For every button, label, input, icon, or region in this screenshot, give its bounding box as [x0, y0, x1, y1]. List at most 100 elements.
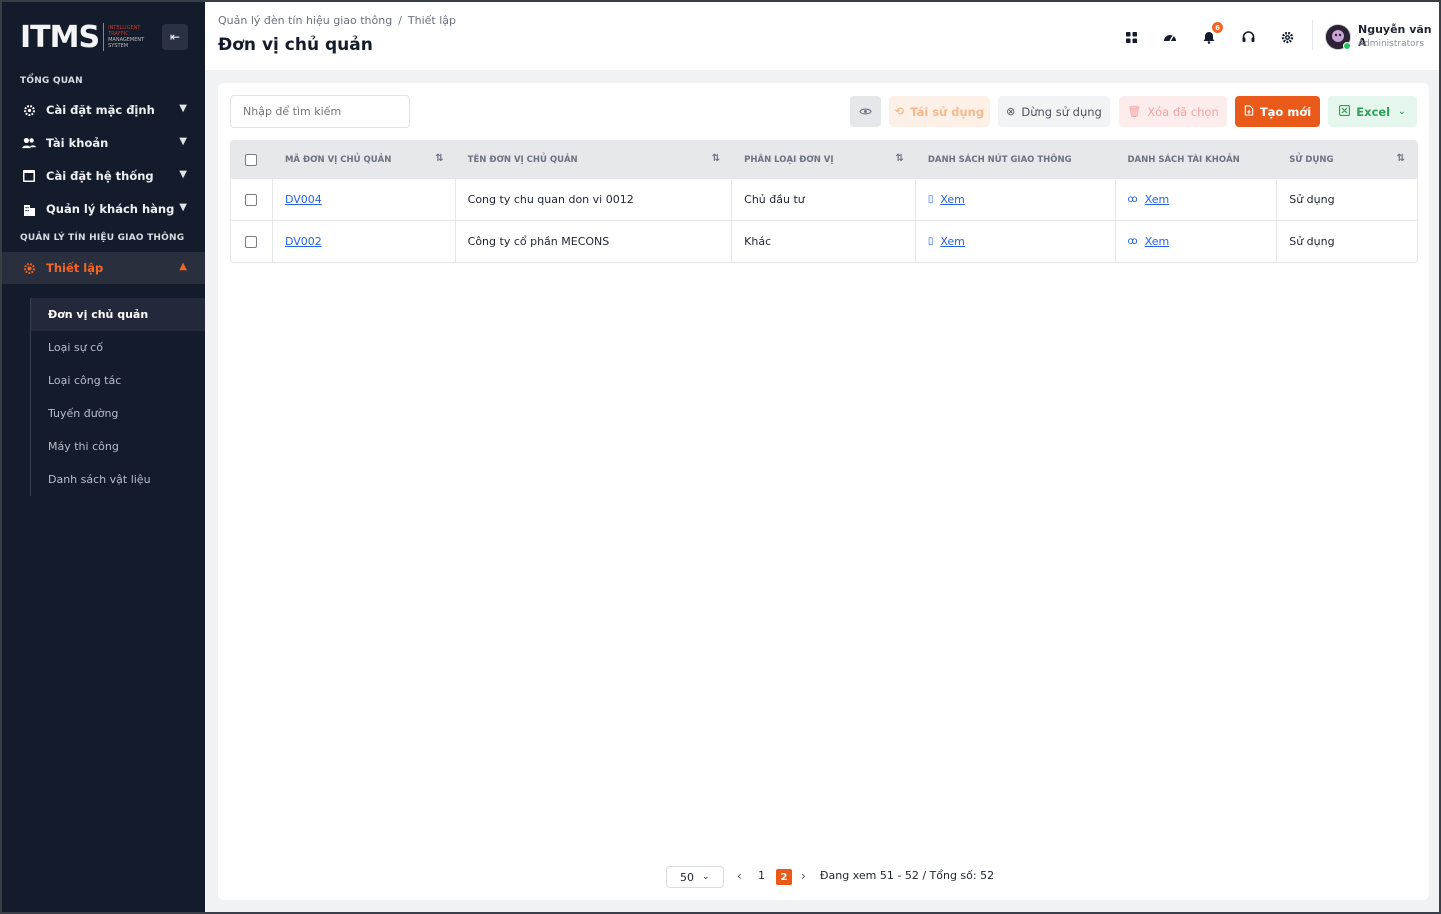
column-label: MÃ ĐƠN VỊ CHỦ QUẢN: [284, 154, 392, 165]
gear-icon: [1281, 31, 1293, 43]
headset-icon: [1242, 31, 1254, 42]
excel-label: Excel: [1356, 104, 1391, 119]
table-row[interactable]: DV004 Cong ty chu quan don vi 0012 Chủ đ…: [231, 178, 1417, 220]
create-label: Tạo mới: [1259, 104, 1312, 119]
avatar[interactable]: [1325, 24, 1351, 50]
sort-icon[interactable]: ⇅: [712, 153, 720, 164]
online-status-dot: [1343, 42, 1351, 50]
nodes-cell: ▯ Xem: [916, 221, 1116, 262]
unit-code-link[interactable]: DV002: [285, 235, 322, 248]
create-new-button[interactable]: Tạo mới: [1235, 96, 1320, 127]
column-header-nodes: DANH SÁCH NÚT GIAO THÔNG: [916, 141, 1116, 178]
column-header-code[interactable]: MÃ ĐƠN VỊ CHỦ QUẢN ⇅: [273, 141, 456, 178]
current-page-button[interactable]: 2: [776, 869, 792, 885]
view-nodes-link[interactable]: Xem: [940, 193, 965, 206]
next-page-button[interactable]: ›: [801, 869, 806, 883]
type-cell: Khác: [732, 221, 916, 262]
sort-icon[interactable]: ⇅: [1397, 153, 1405, 164]
code-cell: DV002: [273, 221, 456, 262]
submenu-item-work-types[interactable]: Loại công tác: [31, 364, 205, 397]
column-header-status[interactable]: SỬ DỤNG ⇅: [1277, 141, 1417, 178]
window-icon: [22, 169, 36, 183]
sidebar-item-label: Cài đặt hệ thống: [46, 169, 154, 183]
search-input[interactable]: [230, 95, 410, 128]
table-header: MÃ ĐƠN VỊ CHỦ QUẢN ⇅ TÊN ĐƠN VỊ CHỦ QUẢN ⇅…: [231, 141, 1417, 178]
building-icon: [22, 202, 36, 216]
code-cell: DV004: [273, 179, 456, 220]
excel-icon: [1339, 104, 1351, 119]
row-checkbox[interactable]: [245, 193, 257, 206]
accounts-cell: ꝏ Xem: [1116, 221, 1278, 262]
sidebar-item-label: Quản lý khách hàng: [46, 202, 175, 216]
prev-page-button[interactable]: ‹: [737, 869, 742, 883]
name-cell: Cong ty chu quan don vi 0012: [456, 179, 733, 220]
column-label: TÊN ĐƠN VỊ CHỦ QUẢN: [467, 154, 578, 165]
sort-icon[interactable]: ⇅: [435, 153, 443, 164]
sidebar-item-label: Tài khoản: [46, 136, 109, 150]
section-title-traffic: QUẢN LÝ TÍN HIỆU GIAO THÔNG: [20, 233, 185, 243]
section-title-overview: TỔNG QUAN: [20, 76, 83, 86]
chevron-down-icon: ⌄: [702, 872, 710, 882]
sidebar-item-label: Thiết lập: [46, 261, 104, 275]
collapse-sidebar-button[interactable]: ⇤: [162, 24, 188, 50]
page-button[interactable]: 1: [758, 869, 765, 882]
submenu-item-incident-types[interactable]: Loại sự cố: [31, 331, 205, 364]
page-size-select[interactable]: 50 ⌄: [666, 866, 724, 888]
eye-icon: [859, 108, 872, 115]
gear-icon: [22, 261, 36, 275]
nodes-cell: ▯ Xem: [916, 179, 1116, 220]
type-cell: Chủ đầu tư: [732, 179, 916, 220]
name-cell: Công ty cổ phần MECONS: [456, 221, 733, 262]
top-header: Quản lý đèn tín hiệu giao thông / Thiết lậ…: [205, 2, 1439, 70]
logo-text: ITMS: [20, 19, 100, 55]
select-all-checkbox[interactable]: [245, 153, 257, 166]
sidebar-item-default-settings[interactable]: Cài đặt mặc định ▼: [2, 94, 205, 126]
sidebar-item-system-settings[interactable]: Cài đặt hệ thống ▼: [2, 160, 205, 192]
submenu-item-routes[interactable]: Tuyến đường: [31, 397, 205, 430]
pagination-info: Đang xem 51 - 52 / Tổng số: 52: [820, 869, 995, 882]
view-accounts-link[interactable]: Xem: [1145, 193, 1170, 206]
view-nodes-link[interactable]: Xem: [940, 235, 965, 248]
row-select-cell: [231, 221, 273, 262]
breadcrumb-item[interactable]: Thiết lập: [408, 14, 456, 27]
column-label: SỬ DỤNG: [1289, 154, 1334, 165]
user-role: Administrators: [1358, 39, 1425, 49]
logo-sub-line: SYSTEM: [108, 43, 129, 49]
sort-icon[interactable]: ⇅: [895, 153, 903, 164]
page-size-value: 50: [680, 870, 694, 884]
reuse-button[interactable]: ⟲ Tái sử dụng: [889, 96, 990, 127]
app-logo[interactable]: ITMS INTELLIGENT TRAFFIC MANAGEMENT SYST…: [20, 19, 148, 55]
row-select-cell: [231, 179, 273, 220]
submenu-item-machines[interactable]: Máy thi công: [31, 430, 205, 463]
chevron-down-icon: ▼: [179, 103, 187, 114]
sidebar-item-customers[interactable]: Quản lý khách hàng ▼: [2, 193, 205, 225]
delete-selected-button[interactable]: 🗑︎ Xóa đã chọn: [1119, 96, 1227, 127]
apps-grid-button[interactable]: [1120, 26, 1142, 48]
breadcrumb-item[interactable]: Quản lý đèn tín hiệu giao thông: [218, 14, 392, 27]
table-row[interactable]: DV002 Công ty cổ phần MECONS Khác ▯ Xem ꝏ…: [231, 220, 1417, 262]
sidebar-item-setup[interactable]: Thiết lập ▲: [2, 252, 205, 284]
speedometer-icon: [1164, 35, 1176, 42]
notifications-button[interactable]: 6: [1198, 22, 1223, 48]
excel-export-button[interactable]: Excel ⌄: [1328, 96, 1417, 127]
chevron-down-icon: ▼: [179, 136, 187, 147]
support-button[interactable]: [1237, 26, 1259, 48]
view-accounts-link[interactable]: Xem: [1145, 235, 1170, 248]
column-header-name[interactable]: TÊN ĐƠN VỊ CHỦ QUẢN ⇅: [456, 141, 733, 178]
submenu-item-materials[interactable]: Danh sách vật liệu: [31, 463, 205, 496]
gear-icon: [22, 103, 36, 117]
stop-circle-icon: ⊗: [1006, 105, 1016, 118]
settings-button[interactable]: [1276, 26, 1298, 48]
sidebar-item-accounts[interactable]: Tài khoản ▼: [2, 127, 205, 159]
submenu-item-owner-units[interactable]: Đơn vị chủ quản: [31, 298, 205, 331]
logo-divider: [103, 23, 105, 51]
stop-using-button[interactable]: ⊗ Dừng sử dụng: [998, 96, 1110, 127]
row-checkbox[interactable]: [245, 235, 257, 248]
unit-code-link[interactable]: DV004: [285, 193, 322, 206]
bell-icon: [1203, 31, 1215, 44]
column-header-type[interactable]: PHÂN LOẠI ĐƠN VỊ ⇅: [732, 141, 916, 178]
select-all-cell: [231, 141, 273, 178]
dashboard-button[interactable]: [1159, 26, 1181, 48]
toggle-columns-button[interactable]: [850, 96, 881, 127]
apps-grid-icon: [1125, 31, 1137, 43]
